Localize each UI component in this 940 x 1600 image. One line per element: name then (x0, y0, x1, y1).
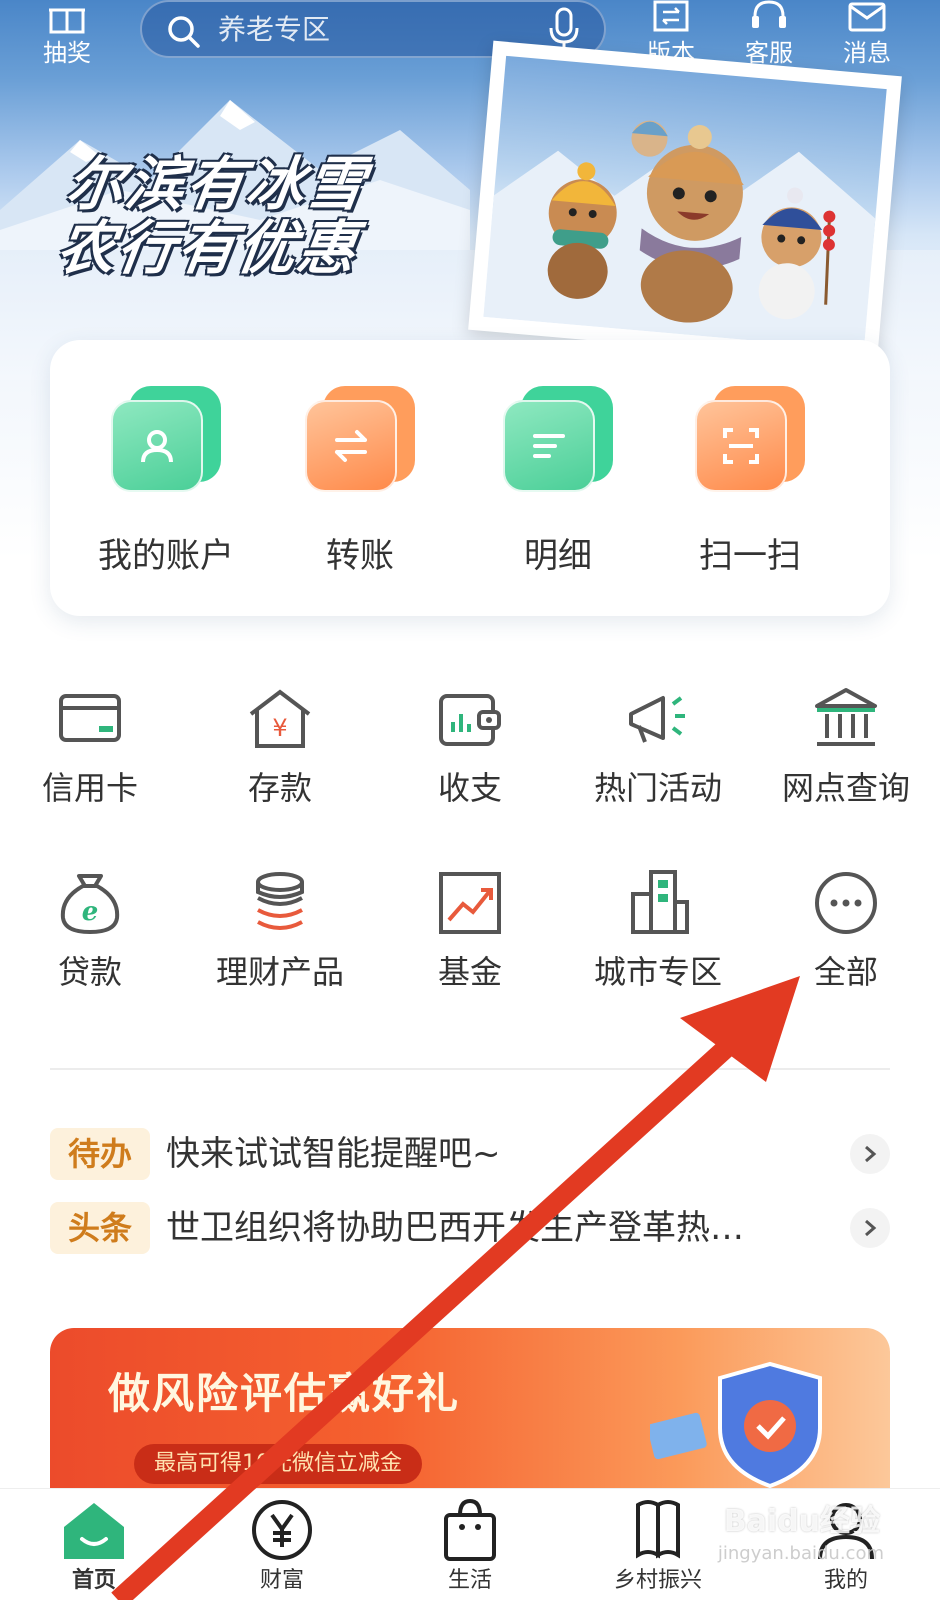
loan-label: 贷款 (57, 953, 122, 991)
city-zone-label: 城市专区 (593, 953, 722, 991)
home-icon (64, 1503, 124, 1559)
mail-icon (848, 2, 886, 32)
search-placeholder: 养老专区 (218, 13, 331, 46)
wealth-products-label: 理财产品 (215, 953, 344, 991)
wallet-chart-icon (439, 694, 501, 746)
money-bag-icon: e (60, 874, 120, 935)
baidu-watermark: Baidu经验 (723, 1504, 880, 1539)
hot-events-label: 热门活动 (593, 769, 722, 807)
mascot-figures (483, 120, 876, 351)
grid-item-credit-card[interactable]: 信用卡 (0, 684, 180, 808)
transfer-icon (305, 386, 415, 496)
yen-coin-icon (252, 1500, 312, 1560)
promo-title: 做风险评估赢好礼 (108, 1369, 461, 1418)
grid-item-loan[interactable]: e 贷款 (0, 868, 180, 992)
grid-item-all[interactable]: 全部 (756, 868, 936, 992)
branch-search-label: 网点查询 (781, 769, 910, 807)
city-buildings-icon (631, 870, 689, 934)
grid-item-hot-events[interactable]: 热门活动 (568, 684, 748, 808)
deposit-house-icon: ¥ (249, 689, 311, 748)
scan-button[interactable]: 扫一扫 (670, 386, 830, 576)
credit-card-label: 信用卡 (41, 769, 138, 807)
my-account-button[interactable]: 我的账户 (86, 386, 246, 576)
transfer-button[interactable]: 转账 (280, 386, 440, 576)
headline-text: 世卫组织将协助巴西开发生产登革热… (166, 1208, 744, 1248)
nav-life[interactable]: 生活 (390, 1497, 550, 1595)
hero-photo-card (468, 40, 902, 366)
svg-text:e: e (82, 897, 99, 927)
grid-item-city-zone[interactable]: 城市专区 (568, 868, 748, 992)
coin-stack-icon (256, 872, 304, 930)
shopping-bag-icon (444, 1498, 496, 1561)
todo-tag: 待办 (50, 1128, 150, 1180)
grid-item-branch-search[interactable]: 网点查询 (756, 684, 936, 808)
details-label: 明细 (524, 536, 592, 576)
list-icon (503, 386, 613, 496)
nav-home[interactable]: 首页 (14, 1497, 174, 1595)
lottery-label: 抽奖 (43, 39, 91, 67)
scan-label: 扫一扫 (699, 536, 801, 576)
shield-icon (650, 1361, 822, 1488)
user-card-icon (111, 386, 221, 496)
service-button[interactable]: 客服 (734, 0, 804, 68)
details-button[interactable]: 明细 (478, 386, 638, 576)
headline-notice-row[interactable]: 头条 世卫组织将协助巴西开发生产登革热… (50, 1202, 890, 1254)
nav-home-label: 首页 (71, 1568, 116, 1593)
baidu-watermark-url: jingyan.baidu.com (717, 1543, 884, 1564)
section-divider (50, 1068, 890, 1070)
grid-item-wealth-products[interactable]: 理财产品 (190, 868, 370, 992)
fund-label: 基金 (437, 953, 502, 991)
bank-building-icon (815, 688, 877, 746)
all-label: 全部 (813, 953, 878, 991)
promo-banner[interactable]: 做风险评估赢好礼 最高可得10元微信立减金 (50, 1328, 890, 1488)
svg-text:¥: ¥ (272, 714, 287, 742)
nav-wealth-label: 财富 (259, 1568, 304, 1593)
chevron-right-icon[interactable] (850, 1134, 890, 1174)
megaphone-icon (629, 696, 685, 743)
nav-rural[interactable]: 乡村振兴 (578, 1497, 738, 1595)
scan-icon (695, 386, 805, 496)
version-switch-icon (653, 0, 689, 32)
grid-item-deposit[interactable]: ¥ 存款 (190, 684, 370, 808)
todo-text: 快来试试智能提醒吧~ (166, 1134, 501, 1174)
transfer-label: 转账 (326, 536, 394, 576)
grid-item-income-expense[interactable]: 收支 (380, 684, 560, 808)
nav-life-label: 生活 (447, 1568, 492, 1593)
headline-tag: 头条 (50, 1202, 150, 1254)
lottery-button[interactable]: 抽奖 (32, 0, 102, 68)
message-label: 消息 (843, 39, 891, 67)
nav-mine-label: 我的 (823, 1568, 868, 1593)
promo-subtitle: 最高可得10元微信立减金 (134, 1444, 422, 1484)
message-button[interactable]: 消息 (832, 0, 902, 68)
headset-icon (752, 0, 786, 28)
slogan-line-1: 尔滨有冰雪 (61, 150, 372, 218)
hero-slogan: 尔滨有冰雪 农行有优惠 (52, 150, 431, 282)
trend-chart-icon (439, 872, 501, 934)
grid-item-fund[interactable]: 基金 (380, 868, 560, 992)
quick-actions-card: 我的账户 转账 明细 扫一扫 (50, 340, 890, 616)
credit-card-icon (59, 694, 121, 742)
slogan-line-2: 农行有优惠 (52, 214, 363, 282)
nav-rural-label: 乡村振兴 (613, 1568, 702, 1593)
gift-icon (49, 8, 85, 34)
chevron-right-icon[interactable] (850, 1208, 890, 1248)
more-dots-icon (815, 872, 877, 934)
my-account-label: 我的账户 (98, 536, 234, 576)
mascot-illustration (483, 55, 887, 351)
deposit-label: 存款 (247, 769, 312, 807)
income-expense-label: 收支 (437, 769, 502, 807)
top-bar: 抽奖 养老专区 版本 客服 消息 (0, 0, 940, 72)
todo-notice-row[interactable]: 待办 快来试试智能提醒吧~ (50, 1128, 890, 1180)
nav-wealth[interactable]: 财富 (202, 1497, 362, 1595)
search-icon (168, 16, 200, 48)
open-book-icon (636, 1500, 680, 1559)
